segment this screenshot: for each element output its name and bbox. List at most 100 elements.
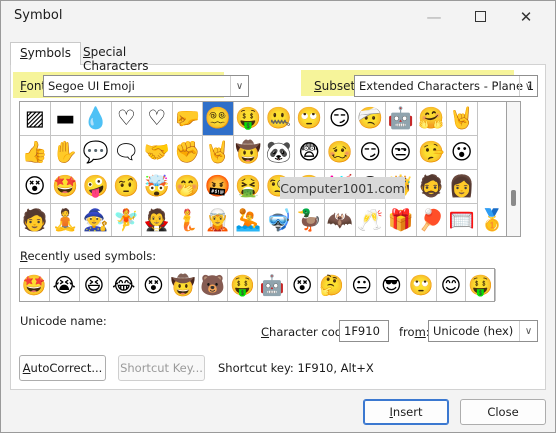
tab-symbols-access-key: S <box>20 46 28 60</box>
recent-symbol-cell[interactable]: 🙄 <box>407 269 437 301</box>
symbol-cell[interactable]: 😨 <box>294 136 325 170</box>
scrollbar-thumb[interactable] <box>511 190 516 206</box>
from-select[interactable]: Unicode (hex) ∨ <box>428 320 538 342</box>
symbol-cell[interactable]: 💧 <box>81 102 112 136</box>
symbol-cell[interactable]: 🤖 <box>386 102 417 136</box>
symbol-cell[interactable]: 🤥 <box>416 136 447 170</box>
from-label: from: <box>399 325 430 339</box>
maximize-button[interactable] <box>457 1 503 32</box>
symbol-cell[interactable]: ♡ <box>111 102 142 136</box>
symbol-cell[interactable]: 🦇 <box>325 204 356 236</box>
recent-symbol-cell[interactable]: 🐻 <box>199 269 229 301</box>
symbol-grid[interactable]: ▨ ▬ 💧 ♡ ♡ 🤛 😵‍💫 🤑 🤐 🙄 😏 🤕 🤖 🤗 🤘 👍 ✋ 💬 🗨 🤝 ✊ 🤘 🤠 🐼 😨 🥴 😏 😒 🤥 😮 😵 🤩 🤪 🤨 🤯 🤭 🤬 🤮… <box>19 101 507 237</box>
symbol-cell[interactable]: 😵 <box>20 170 51 204</box>
title-bar: Symbol — ✕ <box>1 1 555 32</box>
symbol-cell[interactable]: 🤿 <box>264 204 295 236</box>
symbol-cell[interactable]: 🐼 <box>264 136 295 170</box>
close-window-button[interactable]: ✕ <box>503 1 549 32</box>
subset-label: Subset: <box>314 79 360 93</box>
shortcut-key-button[interactable]: Shortcut Key... <box>118 355 205 381</box>
recent-symbol-cell[interactable]: 🤠 <box>169 269 199 301</box>
recent-symbols-grid[interactable]: 🤩 😭 😆 😂 😵 🤠 🐻 🤑 🤖 😵 🤔 😐 😎 🙄 😊 🤑 <box>19 268 496 302</box>
subset-select[interactable]: Extended Characters - Plane 1 ∨ <box>354 75 538 97</box>
symbol-cell[interactable]: 🧙 <box>81 204 112 236</box>
symbol-cell[interactable]: 🥇 <box>478 204 507 236</box>
recent-symbol-cell[interactable]: 🤑 <box>466 269 496 301</box>
symbol-cell[interactable]: 🤘 <box>447 102 478 136</box>
symbol-cell[interactable]: 🤨 <box>111 170 142 204</box>
symbol-cell[interactable]: 🤐 <box>264 102 295 136</box>
symbol-cell[interactable]: 👩 <box>447 170 478 204</box>
symbol-cell[interactable]: 🤩 <box>50 170 81 204</box>
close-button[interactable]: Close <box>460 399 546 425</box>
symbol-cell[interactable]: 🤠 <box>233 136 264 170</box>
symbol-cell[interactable]: 🧑 <box>20 204 51 236</box>
character-code-input[interactable]: 1F910 <box>339 320 389 342</box>
symbol-cell[interactable]: 🥴 <box>325 136 356 170</box>
recent-symbol-cell[interactable]: 😎 <box>377 269 407 301</box>
recent-symbol-cell[interactable]: 🤔 <box>318 269 348 301</box>
symbol-cell[interactable]: 🤑 <box>233 102 264 136</box>
symbol-cell[interactable]: 😒 <box>386 136 417 170</box>
symbol-cell[interactable]: 🤭 <box>172 170 203 204</box>
symbol-cell[interactable]: 🧛 <box>142 204 173 236</box>
symbol-cell[interactable]: 👍 <box>20 136 51 170</box>
symbol-cell[interactable]: 🤯 <box>142 170 173 204</box>
symbol-cell[interactable]: 🙄 <box>294 102 325 136</box>
symbol-cell[interactable]: 🧜 <box>173 204 203 236</box>
symbol-cell[interactable]: 🥂 <box>356 204 386 236</box>
symbol-cell[interactable]: ♡ <box>142 102 173 136</box>
symbol-cell[interactable]: 🤽 <box>234 204 264 236</box>
recent-symbol-cell[interactable]: 😂 <box>109 269 139 301</box>
subset-value: Extended Characters - Plane 1 <box>359 79 535 93</box>
symbol-cell[interactable]: ✋ <box>50 136 81 170</box>
symbol-cell[interactable]: 🧔 <box>416 170 447 204</box>
shortcut-key-text: Shortcut key: 1F910, Alt+X <box>218 361 374 375</box>
font-select[interactable]: Segoe UI Emoji ∨ <box>43 75 249 97</box>
symbol-cell[interactable]: ▬ <box>50 102 81 136</box>
symbol-cell[interactable]: 🤬 <box>203 170 234 204</box>
symbol-cell[interactable]: ▨ <box>20 102 51 136</box>
recent-symbols-label: Recently used symbols: <box>20 249 157 263</box>
insert-button[interactable]: Insert <box>363 399 449 425</box>
recent-symbol-cell[interactable]: 😭 <box>50 269 80 301</box>
symbol-cell[interactable]: 🏓 <box>417 204 447 236</box>
symbol-cell[interactable]: 😏 <box>325 102 356 136</box>
recent-symbol-cell[interactable]: 😵 <box>139 269 169 301</box>
symbol-grid-scrollbar[interactable] <box>507 101 521 237</box>
symbol-cell[interactable]: 🥅 <box>447 204 478 236</box>
tab-special-characters[interactable]: Special Characters <box>74 42 158 73</box>
symbol-cell[interactable]: 🎁 <box>386 204 417 236</box>
recent-symbol-cell[interactable]: 😆 <box>80 269 110 301</box>
recent-symbol-cell[interactable]: 🤩 <box>20 269 50 301</box>
symbol-cell[interactable]: 🤝 <box>142 136 173 170</box>
symbol-cell[interactable]: 🦆 <box>295 204 325 236</box>
recent-symbol-cell[interactable]: 😵 <box>288 269 318 301</box>
font-value: Segoe UI Emoji <box>48 79 135 93</box>
tab-special-label: pecial Characters <box>83 45 149 73</box>
maximize-icon <box>474 11 486 22</box>
recent-symbol-cell[interactable]: 🤑 <box>228 269 258 301</box>
symbol-cell[interactable]: 🤪 <box>81 170 112 204</box>
recent-symbol-cell[interactable]: 🤖 <box>258 269 288 301</box>
symbol-cell[interactable]: 🤕 <box>355 102 386 136</box>
symbol-cell[interactable]: 🤘 <box>203 136 234 170</box>
symbol-cell[interactable]: 🤗 <box>416 102 447 136</box>
symbol-cell[interactable]: 🧘 <box>51 204 81 236</box>
unicode-name-label: Unicode name: <box>20 314 107 328</box>
symbol-cell[interactable]: 💬 <box>81 136 112 170</box>
autocorrect-button[interactable]: AutoCorrect... <box>19 355 106 381</box>
symbol-cell-selected[interactable]: 😵‍💫 <box>203 102 234 136</box>
symbol-cell[interactable]: 🤮 <box>233 170 264 204</box>
symbol-cell[interactable]: 🧝 <box>203 204 234 236</box>
recent-symbol-cell[interactable]: 😐 <box>347 269 377 301</box>
symbol-cell[interactable]: 🗨 <box>111 136 142 170</box>
symbol-cell[interactable]: 🧚 <box>112 204 142 236</box>
tab-special-access-key: S <box>83 45 91 59</box>
symbol-cell[interactable]: 😮 <box>447 136 478 170</box>
symbol-cell[interactable]: 🤛 <box>172 102 203 136</box>
symbol-cell[interactable]: 😏 <box>355 136 386 170</box>
recent-symbol-cell[interactable]: 😊 <box>437 269 467 301</box>
tab-symbols[interactable]: Symbols <box>10 42 81 65</box>
symbol-cell[interactable]: ✊ <box>172 136 203 170</box>
